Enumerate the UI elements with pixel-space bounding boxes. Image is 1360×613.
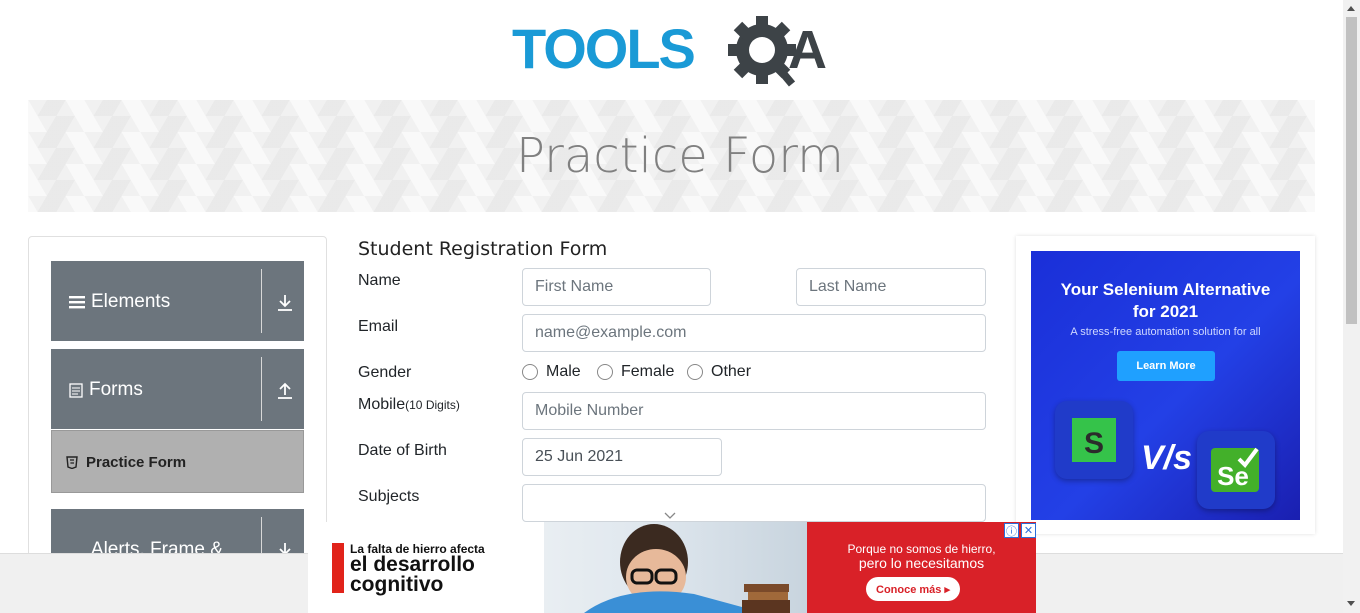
email-label: Email [358, 318, 399, 335]
ad-subline: A stress-free automation solution for al… [1070, 326, 1261, 338]
date-of-birth-input[interactable]: 25 Jun 2021 [522, 438, 722, 476]
last-name-input[interactable]: Last Name [796, 268, 986, 306]
scrollbar-thumb[interactable] [1346, 17, 1357, 324]
learn-more-button[interactable]: Learn More [1117, 351, 1215, 381]
radio-circle[interactable] [522, 364, 538, 380]
ad-cta-panel: Porque no somos de hierro, pero lo necesi… [807, 522, 1036, 613]
scroll-down-icon[interactable] [1347, 601, 1355, 606]
logo-text-qa: A [788, 20, 827, 80]
radio-circle[interactable] [597, 364, 613, 380]
ad-cta-text: Porque no somos de hierro, pero lo necesi… [847, 542, 996, 571]
radio-circle[interactable] [687, 364, 703, 380]
gender-label: Gender [358, 364, 412, 381]
bottom-ad[interactable]: La falta de hierro afecta el desarrollo c… [308, 522, 1036, 613]
mobile-input[interactable]: Mobile Number [522, 392, 986, 430]
gender-male-radio[interactable]: Male [522, 363, 581, 381]
first-name-input[interactable]: First Name [522, 268, 711, 306]
ad-info-icon[interactable]: ⓘ [1004, 523, 1019, 538]
page-title: Practice Form [516, 128, 844, 184]
chevron-down-icon [664, 512, 676, 519]
dob-label: Date of Birth [358, 442, 447, 459]
ad-close-icon[interactable]: ✕ [1021, 523, 1036, 538]
gender-female-radio[interactable]: Female [597, 363, 674, 381]
sidebar-group-forms[interactable]: Forms [51, 349, 304, 429]
sidebar-ad: Your Selenium Alternative for 2021 A str… [1016, 236, 1315, 534]
download-arrow-icon[interactable] [276, 293, 294, 313]
html5-icon [66, 456, 78, 469]
radio-label: Male [546, 363, 581, 380]
vertical-scrollbar[interactable] [1343, 0, 1360, 613]
ad-controls: ⓘ ✕ [1004, 523, 1036, 539]
conoce-mas-button[interactable]: Conoce más ▸ [866, 577, 960, 601]
mobile-hint: (10 Digits) [405, 398, 460, 412]
ad-accent-bar [332, 543, 344, 593]
ad-headline: Your Selenium Alternative for 2021 [1060, 280, 1271, 321]
vs-text: V/s [1141, 439, 1193, 477]
sidebar-group-label: Elements [91, 291, 171, 312]
subjects-input[interactable] [522, 484, 986, 522]
subjects-label: Subjects [358, 488, 420, 505]
sidebar-group-label: Forms [89, 379, 143, 400]
svg-text:S: S [1084, 427, 1104, 460]
page: TOOLS A Practice Form Elements Forms Pra… [0, 0, 1360, 613]
scroll-up-icon[interactable] [1347, 6, 1355, 11]
ad-line-2: el desarrollo cognitivo [350, 553, 475, 596]
form-title: Student Registration Form [358, 238, 608, 260]
mobile-label: Mobile(10 Digits) [358, 396, 460, 414]
toolsqa-logo[interactable]: TOOLS A [512, 16, 836, 92]
logo-text-tools: TOOLS [512, 17, 695, 80]
email-input[interactable]: name@example.com [522, 314, 986, 352]
gear-magnifier-icon [728, 16, 796, 87]
sidebar-group-elements[interactable]: Elements [51, 261, 304, 341]
sidebar-item-label: Practice Form [86, 454, 187, 471]
name-label: Name [358, 272, 401, 289]
hamburger-icon [69, 296, 85, 309]
document-icon [69, 382, 83, 398]
sidebar: Elements Forms Practice Form Alerts, Fra… [28, 236, 327, 566]
mobile-label-text: Mobile [358, 396, 406, 413]
selenium-logo-icon: Se [1197, 431, 1275, 509]
selenium-alternative-ad[interactable]: Your Selenium Alternative for 2021 A str… [1031, 251, 1300, 520]
radio-label: Other [711, 363, 752, 380]
sidebar-item-practice-form[interactable]: Practice Form [51, 430, 304, 493]
upload-arrow-icon[interactable] [276, 381, 294, 401]
gender-other-radio[interactable]: Other [687, 363, 751, 381]
katalon-logo-icon: S [1055, 401, 1133, 479]
ad-photo [544, 522, 807, 613]
radio-label: Female [621, 363, 675, 380]
